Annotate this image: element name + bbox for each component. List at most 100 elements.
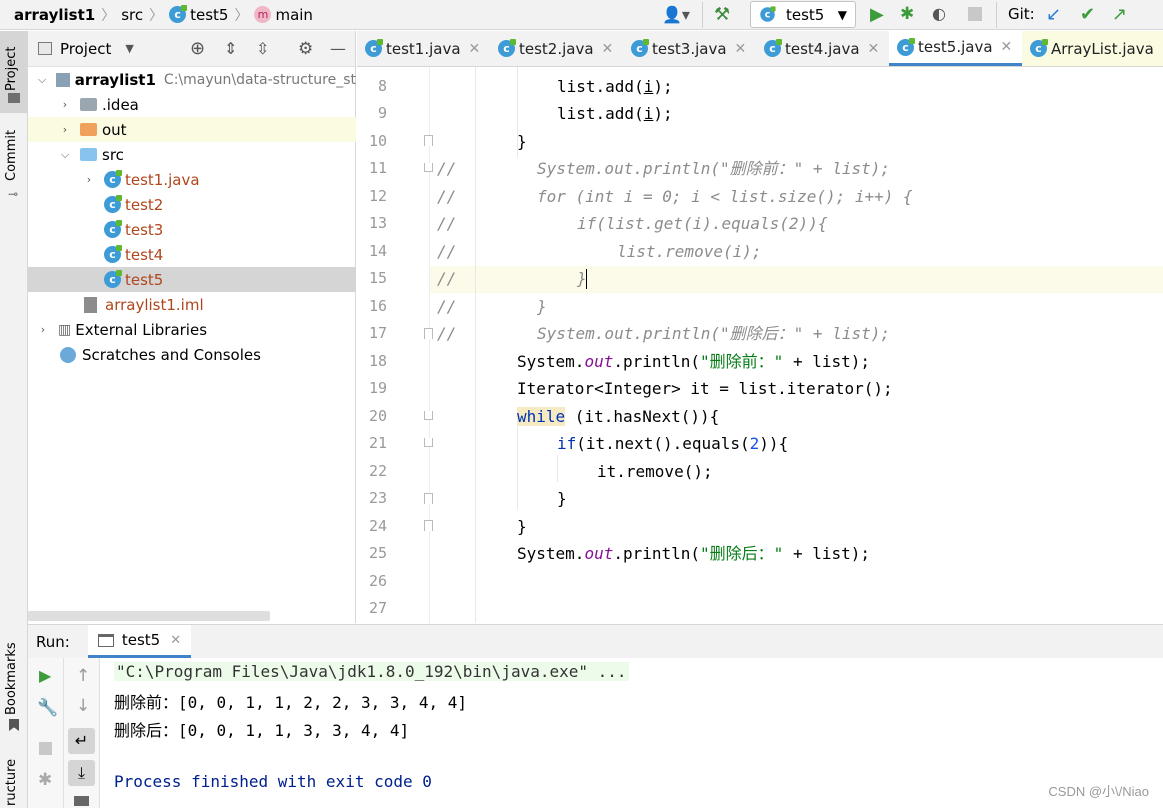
tree-item-src[interactable]: ⌵ src [28,142,356,167]
project-panel: Project ▼ ⊕ ⇕ ⇳ ⚙ — ⌵ arraylist1 C:\mayu… [28,31,356,623]
tab-arraylist[interactable]: c ArrayList.java [1022,31,1163,66]
class-icon: c [104,170,122,188]
folder-icon [8,93,20,103]
bookmarks-tool-label[interactable]: Bookmarks [4,642,19,715]
code-line: //System.out.println("删除后：" + list); [437,324,890,343]
scroll-to-end-icon[interactable]: ⤓ [68,760,95,786]
locate-icon[interactable]: ⊕ [190,38,205,59]
code-line: //if(list.get(i).equals(2)){ [437,214,828,233]
chevron-right-icon[interactable]: › [36,323,50,336]
user-icon[interactable]: 👤▾ [662,5,690,24]
horizontal-scrollbar[interactable] [28,611,270,621]
tree-item-external-libraries[interactable]: › ▥ External Libraries [28,317,356,342]
chevron-down-icon[interactable]: ⌵ [58,148,72,162]
breadcrumb-project[interactable]: arraylist1 [14,6,95,24]
console-output[interactable]: "C:\Program Files\Java\jdk1.8.0_192\bin\… [100,658,1163,808]
iml-file-icon [84,296,97,313]
tree-item-label: test4 [125,245,164,264]
git-update-icon[interactable]: ↙ [1046,4,1061,25]
line-number: 26 [368,572,387,590]
tab-test2[interactable]: c test2.java ✕ [490,31,623,66]
breadcrumb-method[interactable]: main [275,6,312,24]
git-commit-icon[interactable]: ✔ [1080,4,1095,25]
close-icon[interactable]: ✕ [868,41,880,57]
tab-test4[interactable]: c test4.java ✕ [756,31,889,66]
tree-item-test1[interactable]: › c test1.java [28,167,356,192]
tree-item-test2[interactable]: c test2 [28,192,356,217]
tree-item-iml[interactable]: arraylist1.iml [28,292,356,317]
code-line: } [517,517,527,536]
code-line: } [517,132,527,151]
build-hammer-icon[interactable]: ⚒ [714,4,730,25]
git-label: Git: [1008,5,1035,23]
console-line: 删除前：[0, 0, 1, 1, 2, 2, 3, 3, 4, 4] [114,693,467,712]
chevron-down-icon: ▼ [837,7,847,22]
tab-label: test5.java [918,38,993,56]
git-push-icon[interactable]: ↗ [1112,4,1127,25]
close-icon[interactable]: ✕ [170,633,181,648]
run-tab[interactable]: test5 ✕ [87,625,192,658]
scratches-icon [60,346,76,363]
close-icon[interactable]: ✕ [602,41,614,57]
line-number: 27 [368,599,387,617]
console-command-line: "C:\Program Files\Java\jdk1.8.0_192\bin\… [114,662,629,681]
tree-item-scratches[interactable]: Scratches and Consoles [28,342,356,367]
commit-tool-label[interactable]: Commit [4,130,19,181]
run-config-select[interactable]: c test5 ▼ [750,1,856,28]
debug-bug-icon[interactable]: ✱ [38,770,52,790]
tab-test3[interactable]: c test3.java ✕ [623,31,756,66]
breadcrumb-class[interactable]: test5 [190,6,228,24]
chevron-down-icon[interactable]: ⌵ [36,73,48,87]
run-tab-label: test5 [121,631,161,649]
tree-item-test4[interactable]: c test4 [28,242,356,267]
coverage-icon[interactable]: ◐ [932,4,946,23]
separator [702,2,703,28]
stop-icon[interactable] [39,742,52,755]
class-icon: c [764,39,782,57]
class-icon: c [498,39,516,57]
close-icon[interactable]: ✕ [469,41,481,57]
run-toolbar-secondary: ↑ ↓ ↵ ⤓ [64,658,100,808]
code-editor[interactable]: 8 9 10 11 12 13 14 15 16 17 18 19 20 21 … [357,67,1163,623]
project-panel-title[interactable]: Project [60,40,111,58]
rerun-icon[interactable]: ▶ [39,666,51,685]
breadcrumb-separator: 〉 [101,7,116,24]
run-panel-header: Run: test5 ✕ [28,624,1163,658]
project-panel-header: Project ▼ ⊕ ⇕ ⇳ ⚙ — [28,31,355,67]
chevron-right-icon[interactable]: › [58,98,72,111]
tab-test5[interactable]: c test5.java ✕ [889,31,1022,66]
console-line: 删除后：[0, 0, 1, 1, 3, 3, 4, 4] [114,721,410,740]
indent-guide [517,427,518,509]
tab-test1[interactable]: c test1.java ✕ [357,31,490,66]
indent-guide [557,455,558,482]
tree-item-idea[interactable]: › .idea [28,92,356,117]
arrow-down-icon[interactable]: ↓ [76,696,90,716]
print-icon[interactable] [74,796,89,806]
stop-icon[interactable] [968,7,982,21]
class-icon: c [631,39,649,57]
chevron-right-icon[interactable]: › [82,173,96,186]
minimize-icon[interactable]: — [330,39,346,58]
run-icon[interactable]: ▶ [870,4,884,25]
expand-all-icon[interactable]: ⇕ [224,39,237,58]
tree-item-test3[interactable]: c test3 [28,217,356,242]
tab-label: ArrayList.java [1051,39,1154,58]
chevron-right-icon[interactable]: › [58,123,72,136]
wrench-icon[interactable]: 🔧 [37,698,58,718]
breadcrumb-src[interactable]: src [121,6,143,24]
close-icon[interactable]: ✕ [735,41,747,57]
breadcrumb-separator: 〉 [149,7,164,24]
chevron-down-icon[interactable]: ▼ [125,42,133,55]
project-tool-label[interactable]: Project [4,47,19,91]
arrow-up-icon[interactable]: ↑ [76,666,90,686]
tree-item-arraylist1[interactable]: ⌵ arraylist1 C:\mayun\data-structure_st [28,67,356,92]
debug-icon[interactable]: ✱ [900,4,914,24]
collapse-all-icon[interactable]: ⇳ [256,39,269,58]
folder-icon [80,98,97,111]
tree-item-test5[interactable]: c test5 [28,267,356,292]
structure-tool-label[interactable]: ructure [4,759,19,806]
gear-icon[interactable]: ⚙ [298,39,313,59]
tree-item-out[interactable]: › out [28,117,356,142]
soft-wrap-icon[interactable]: ↵ [68,728,95,754]
close-icon[interactable]: ✕ [1001,39,1013,55]
